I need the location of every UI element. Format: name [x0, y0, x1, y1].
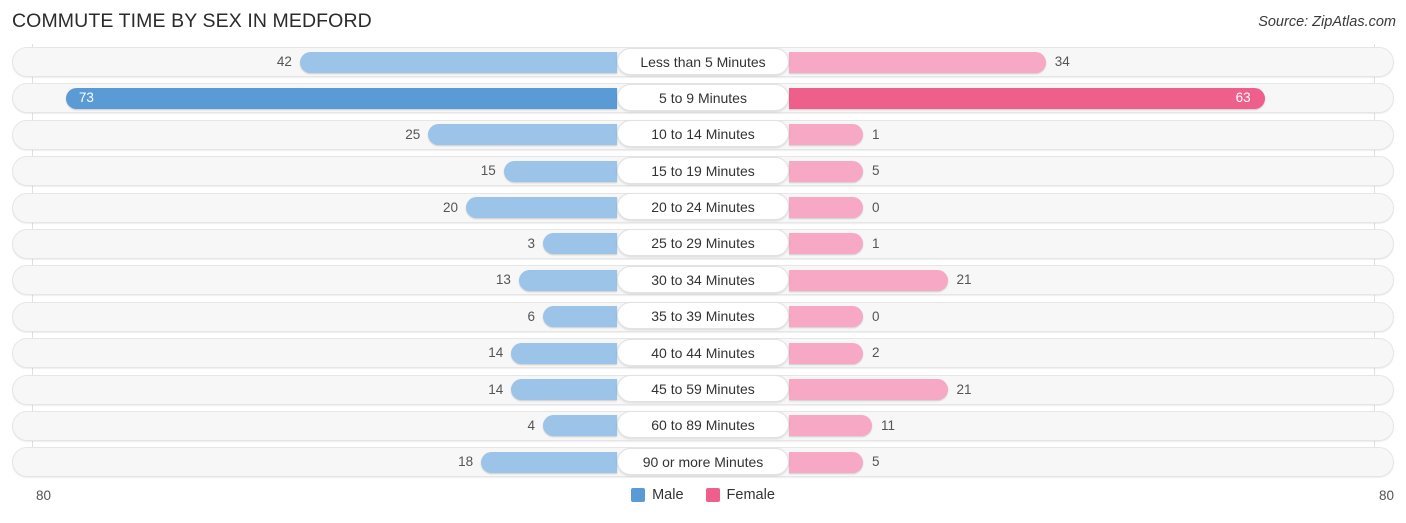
- bar-value-female: 2: [872, 345, 880, 361]
- bar-value-male: 14: [488, 381, 504, 397]
- category-label-pill: 10 to 14 Minutes: [617, 120, 789, 148]
- chart-plot-area: 42 34 Less than 5 Minutes 73 63 5 to 9 Minute…: [0, 44, 1406, 481]
- chart-row: 6 0 35 to 39 Minutes: [0, 299, 1406, 335]
- bar-value-male: 4: [527, 417, 535, 433]
- category-label-pill: 5 to 9 Minutes: [617, 83, 789, 111]
- chart-row: 14 21 45 to 59 Minutes: [0, 372, 1406, 408]
- bar-value-male: 13: [495, 272, 511, 288]
- bar-value-male: 42: [276, 54, 292, 69]
- bar-value-female: 1: [872, 126, 880, 142]
- bar-male[interactable]: [503, 160, 617, 182]
- bar-male[interactable]: [65, 87, 617, 109]
- bar-male[interactable]: [299, 51, 617, 73]
- bar-female[interactable]: [789, 124, 863, 146]
- chart-row: 25 1 10 to 14 Minutes: [0, 117, 1406, 153]
- bar-male[interactable]: [543, 306, 617, 328]
- bar-female[interactable]: [789, 51, 1046, 73]
- category-label-pill: 35 to 39 Minutes: [617, 302, 789, 330]
- category-label-pill: 45 to 59 Minutes: [617, 375, 789, 403]
- chart-row: 14 2 40 to 44 Minutes: [0, 335, 1406, 371]
- bar-male[interactable]: [511, 342, 617, 364]
- bar-female[interactable]: [789, 197, 863, 219]
- category-label-pill: Less than 5 Minutes: [617, 47, 789, 75]
- source-attribution: Source: ZipAtlas.com: [1258, 14, 1396, 30]
- bar-value-female: 21: [956, 381, 972, 397]
- category-label-pill: 30 to 34 Minutes: [617, 265, 789, 293]
- bar-male[interactable]: [543, 415, 617, 437]
- category-label-pill: 15 to 19 Minutes: [617, 156, 789, 184]
- chart-row: 13 21 30 to 34 Minutes: [0, 262, 1406, 298]
- legend-item-female[interactable]: Female: [705, 487, 775, 503]
- bar-value-male: 15: [480, 163, 496, 179]
- bar-female[interactable]: [789, 233, 863, 255]
- page-title: COMMUTE TIME BY SEX IN MEDFORD: [12, 10, 372, 32]
- chart-row: 73 63 5 to 9 Minutes: [0, 80, 1406, 116]
- bar-female[interactable]: [789, 160, 863, 182]
- bar-male[interactable]: [518, 269, 617, 291]
- category-label-pill: 25 to 29 Minutes: [617, 229, 789, 257]
- legend-label: Male: [652, 487, 684, 503]
- legend-item-male[interactable]: Male: [631, 487, 684, 503]
- bar-value-female: 5: [872, 163, 880, 179]
- bar-female[interactable]: [789, 379, 948, 401]
- bar-value-female: 5: [872, 454, 880, 470]
- bar-value-female: 63: [1235, 90, 1251, 106]
- bar-female[interactable]: [789, 306, 863, 328]
- chart-legend: Male Female: [0, 487, 1406, 503]
- bar-female[interactable]: [789, 269, 948, 291]
- bar-male[interactable]: [543, 233, 617, 255]
- bar-value-male: 3: [527, 235, 535, 251]
- bar-female[interactable]: [789, 342, 863, 364]
- chart-footer: 80 Male Female 80: [0, 481, 1406, 523]
- bar-female[interactable]: [789, 87, 1265, 109]
- bar-female[interactable]: [789, 415, 873, 437]
- chart-row: 20 0 20 to 24 Minutes: [0, 190, 1406, 226]
- bar-value-female: 34: [1054, 54, 1070, 69]
- chart-header: COMMUTE TIME BY SEX IN MEDFORD Source: Z…: [0, 0, 1406, 44]
- chart-row: 3 1 25 to 29 Minutes: [0, 226, 1406, 262]
- chart-row: 42 34 Less than 5 Minutes: [0, 44, 1406, 80]
- chart-row: 4 11 60 to 89 Minutes: [0, 408, 1406, 444]
- bar-value-male: 18: [458, 454, 474, 470]
- bar-value-male: 14: [488, 345, 504, 361]
- bar-value-female: 1: [872, 235, 880, 251]
- category-label-pill: 90 or more Minutes: [617, 447, 789, 475]
- category-label-pill: 20 to 24 Minutes: [617, 193, 789, 221]
- legend-swatch-icon: [705, 488, 720, 502]
- legend-label: Female: [726, 487, 775, 503]
- bar-value-male: 73: [78, 90, 94, 106]
- bar-male[interactable]: [511, 379, 617, 401]
- chart-row: 18 5 90 or more Minutes: [0, 444, 1406, 480]
- bar-male[interactable]: [481, 451, 617, 473]
- legend-swatch-icon: [631, 488, 646, 502]
- bar-value-male: 6: [527, 308, 535, 324]
- bar-value-female: 0: [872, 199, 880, 215]
- bar-value-male: 25: [405, 126, 421, 142]
- bar-rows-container: 42 34 Less than 5 Minutes 73 63 5 to 9 Minute…: [0, 44, 1406, 481]
- axis-tick-right: 80: [1378, 488, 1394, 503]
- bar-value-female: 0: [872, 308, 880, 324]
- bar-value-female: 11: [881, 417, 896, 433]
- bar-male[interactable]: [466, 197, 617, 219]
- category-label-pill: 40 to 44 Minutes: [617, 338, 789, 366]
- bar-value-male: 20: [442, 199, 458, 215]
- chart-row: 15 5 15 to 19 Minutes: [0, 153, 1406, 189]
- category-label-pill: 60 to 89 Minutes: [617, 411, 789, 439]
- bar-value-female: 21: [956, 272, 972, 288]
- bar-male[interactable]: [428, 124, 617, 146]
- bar-female[interactable]: [789, 451, 863, 473]
